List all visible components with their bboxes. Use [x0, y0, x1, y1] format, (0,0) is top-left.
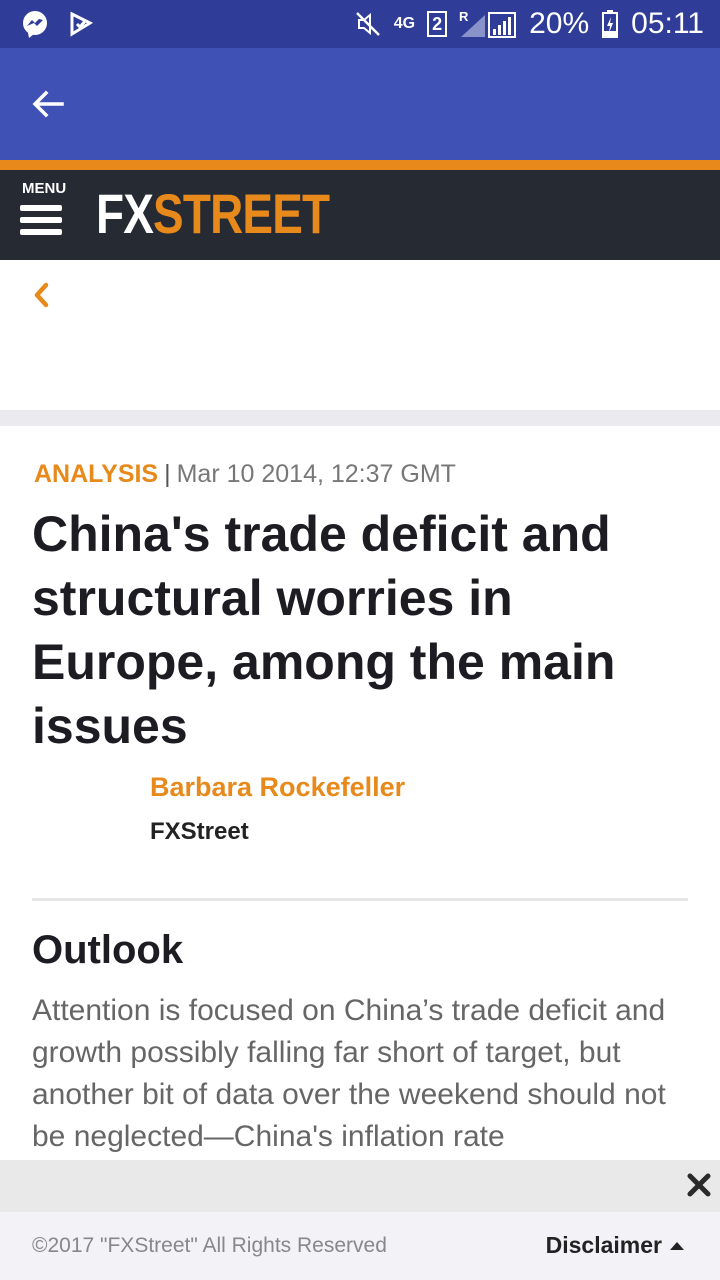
menu-label: MENU: [22, 180, 67, 197]
footer-close-bar: [0, 1160, 720, 1212]
back-button[interactable]: [28, 84, 68, 124]
app-bar: [0, 48, 720, 160]
svg-text:R: R: [459, 9, 469, 24]
battery-charging-icon: [601, 9, 619, 39]
sim-badge: 2: [427, 11, 448, 37]
header-accent-strip: [0, 160, 720, 170]
article-date: Mar 10 2014, 12:37 GMT: [176, 460, 456, 488]
article-nav: [0, 260, 720, 410]
chevron-left-icon: [34, 282, 49, 308]
status-bar: 4G 2 R 20% 05:11: [0, 0, 720, 48]
category-link[interactable]: ANALYSIS: [34, 460, 158, 488]
arrow-left-icon: [32, 90, 64, 118]
section-separator: [0, 410, 720, 426]
footer: ©2017 "FXStreet" All Rights Reserved Dis…: [0, 1212, 720, 1280]
divider: [32, 898, 688, 901]
logo-fx: FX: [96, 182, 154, 245]
article-source: FXStreet: [150, 818, 249, 845]
hamburger-icon: [20, 205, 72, 235]
menu-button[interactable]: MENU: [20, 180, 72, 246]
network-type: 4G: [393, 15, 416, 32]
messenger-icon: [20, 9, 50, 39]
clipboard-check-icon: [68, 11, 94, 37]
copyright-text: ©2017 "FXStreet" All Rights Reserved: [32, 1234, 387, 1257]
disclaimer-label: Disclaimer: [545, 1232, 662, 1258]
battery-percent: 20%: [529, 7, 590, 40]
disclaimer-button[interactable]: Disclaimer: [546, 1232, 684, 1259]
author-link[interactable]: Barbara Rockefeller: [150, 772, 405, 803]
article-body: Attention is focused on China’s trade de…: [32, 994, 666, 1153]
article-title: China's trade deficit and structural wor…: [32, 506, 616, 754]
meta-separator: |: [164, 460, 171, 488]
close-icon: [687, 1173, 711, 1197]
site-header: MENU FXSTREET: [0, 170, 720, 260]
article-meta: ANALYSIS | Mar 10 2014, 12:37 GMT: [34, 460, 456, 489]
previous-button[interactable]: [28, 280, 56, 310]
fxstreet-logo[interactable]: FXSTREET: [96, 182, 330, 245]
signal-icon: R: [459, 9, 517, 39]
clock: 05:11: [631, 7, 704, 40]
logo-street: STREET: [153, 182, 330, 245]
mute-icon: [354, 10, 382, 38]
caret-up-icon: [670, 1241, 684, 1250]
section-heading: Outlook: [32, 928, 184, 972]
close-button[interactable]: [684, 1170, 714, 1200]
